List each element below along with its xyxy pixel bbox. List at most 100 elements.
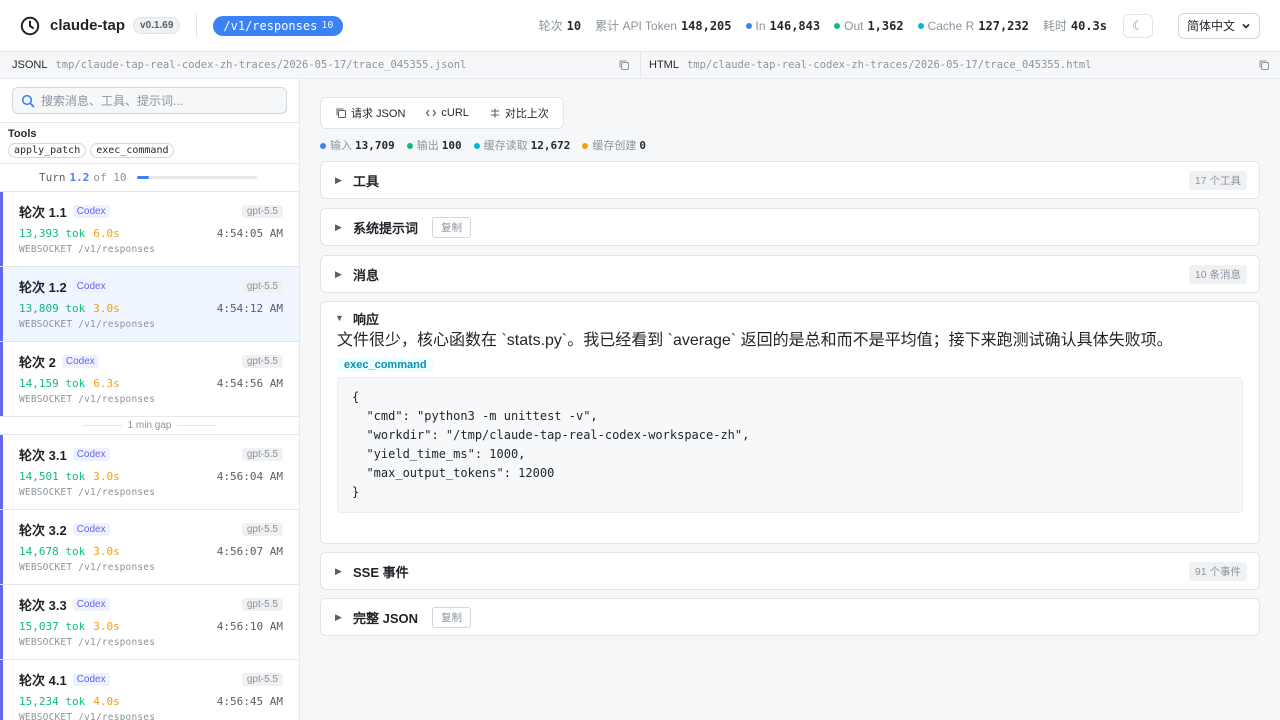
turn-transport: WEBSOCKET /v1/responses [19, 637, 156, 648]
turn-duration: 3.0s [93, 470, 120, 483]
copy-request-json-button[interactable]: 请求 JSON [327, 101, 413, 125]
detail-toolbar: 请求 JSON cURL 对比上次 [320, 97, 564, 129]
turn-timestamp: 4:56:04 AM [216, 470, 283, 483]
copy-system-prompt-button[interactable]: 复制 [432, 216, 472, 238]
turn-list: 轮次 1.1 Codex gpt-5.5 13,393 tok 6.0s 4:54:05… [0, 192, 299, 720]
turn-duration: 6.0s [93, 227, 120, 240]
html-path-value: tmp/claude-tap-real-codex-zh-traces/2026… [686, 59, 1092, 71]
turn-timestamp: 4:54:05 AM [216, 227, 283, 240]
stat-cache-read: Cache R 127,232 [917, 19, 1029, 33]
stat-out: Out 1,362 [834, 19, 904, 33]
jsonl-label: JSONL [12, 59, 48, 71]
turn-title: 轮次 3.3 [19, 598, 67, 613]
caret-right-icon: ▶ [335, 268, 342, 279]
response-panel: ▼ 响应 文件很少，核心函数在 `stats.py`。我已经看到 `averag… [320, 301, 1260, 544]
copy-icon [336, 108, 346, 118]
copy-curl-button[interactable]: cURL [417, 103, 477, 123]
moon-icon: ☾ [1132, 17, 1144, 33]
stat-elapsed: 耗时 40.3s [1042, 19, 1107, 33]
caret-right-icon: ▶ [335, 221, 342, 232]
turn-transport: WEBSOCKET /v1/responses [19, 394, 156, 405]
output-dot-icon [406, 143, 413, 150]
diff-previous-button[interactable]: 对比上次 [481, 101, 557, 125]
turn-tokens: 14,159 tok [19, 377, 86, 390]
turn-item-selected[interactable]: 轮次 1.2 Codex gpt-5.5 13,809 tok 3.0s 4:54:12… [0, 267, 299, 342]
copy-jsonl-path-icon[interactable] [618, 59, 630, 71]
search-box [12, 87, 287, 114]
full-json-header[interactable]: ▶ 完整 JSON 复制 [321, 599, 1259, 635]
turn-item[interactable]: 轮次 2 Codex gpt-5.5 14,159 tok 6.3s 4:54:56 A… [0, 342, 299, 417]
sse-events-panel: ▶ SSE 事件 91 个事件 [320, 552, 1260, 590]
turn-transport: WEBSOCKET /v1/responses [19, 487, 156, 498]
agent-badge: Codex [72, 523, 110, 536]
turn-item[interactable]: 轮次 3.1 Codex gpt-5.5 14,501 tok 3.0s 4:56:04… [0, 435, 299, 510]
tools-title: Tools [8, 128, 37, 140]
turn-timestamp: 4:56:07 AM [216, 545, 283, 558]
caret-down-icon: ▼ [335, 313, 344, 323]
turn-label: Turn [39, 171, 66, 184]
turn-duration: 4.0s [93, 695, 120, 708]
turn-timestamp: 4:54:56 AM [216, 377, 283, 390]
tool-chip-exec-command[interactable]: exec_command [90, 143, 175, 158]
messages-panel: ▶ 消息 10 条消息 [320, 255, 1260, 293]
caret-right-icon: ▶ [335, 174, 342, 185]
cache-dot-icon [917, 23, 924, 30]
search-wrap [0, 79, 299, 122]
search-input[interactable] [41, 93, 271, 108]
usage-cache-read: 缓存读取 12,672 [473, 137, 570, 153]
turn-item[interactable]: 轮次 1.1 Codex gpt-5.5 13,393 tok 6.0s 4:54:05… [0, 192, 299, 267]
copy-full-json-button[interactable]: 复制 [432, 606, 472, 628]
response-text: 文件很少，核心函数在 `stats.py`。我已经看到 `average` 返回… [337, 332, 1173, 349]
turn-timestamp: 4:56:45 AM [216, 695, 283, 708]
turn-title: 轮次 1.2 [19, 280, 67, 295]
tools-section: Tools apply_patch exec_command [0, 122, 299, 164]
caret-right-icon: ▶ [335, 565, 342, 576]
model-badge: gpt-5.5 [241, 355, 283, 368]
endpoint-filter-button[interactable]: /v1/responses 10 [213, 15, 344, 36]
clock-logo-icon [20, 16, 40, 35]
turn-tokens: 15,037 tok [19, 620, 86, 633]
agent-badge: Codex [72, 673, 110, 686]
agent-badge: Codex [72, 448, 110, 461]
sse-events-header[interactable]: ▶ SSE 事件 91 个事件 [321, 553, 1259, 589]
turn-item[interactable]: 轮次 3.2 Codex gpt-5.5 14,678 tok 3.0s 4:56:07… [0, 510, 299, 585]
turn-duration: 6.3s [93, 377, 120, 390]
turn-item[interactable]: 轮次 4.1 Codex gpt-5.5 15,234 tok 4.0s 4:56:45… [0, 660, 299, 720]
endpoint-count: 10 [321, 20, 334, 31]
header-divider [196, 13, 198, 38]
turn-tokens: 14,678 tok [19, 545, 86, 558]
turn-current: 1.2 [69, 171, 90, 184]
turn-title: 轮次 2 [19, 355, 56, 370]
copy-html-path-icon[interactable] [1258, 59, 1270, 71]
model-badge: gpt-5.5 [241, 523, 283, 536]
stat-turns: 轮次 10 [538, 19, 582, 33]
system-prompt-panel: ▶ 系统提示词 复制 [320, 208, 1260, 246]
turn-title: 轮次 4.1 [19, 673, 67, 688]
cache-create-dot-icon [582, 143, 589, 150]
turn-item[interactable]: 轮次 3.3 Codex gpt-5.5 15,037 tok 3.0s 4:56:10… [0, 585, 299, 660]
chevron-down-icon [1242, 23, 1250, 29]
html-path: HTML tmp/claude-tap-real-codex-zh-traces… [640, 52, 1280, 78]
turn-progress-fill [136, 176, 149, 179]
turn-detail: 请求 JSON cURL 对比上次 输入 13,709 输出 100 缓存读取 12,… [300, 79, 1280, 720]
tools-count: 17 个工具 [1188, 170, 1247, 190]
model-badge: gpt-5.5 [241, 673, 283, 686]
system-prompt-header[interactable]: ▶ 系统提示词 复制 [321, 209, 1259, 245]
turn-progress-bar[interactable] [136, 176, 257, 179]
top-header: claude-tap v0.1.69 /v1/responses 10 轮次 10… [0, 0, 1280, 52]
cache-read-dot-icon [473, 143, 480, 150]
usage-cache-create: 缓存创建 0 [582, 137, 646, 153]
tool-chip-apply-patch[interactable]: apply_patch [8, 143, 87, 158]
turn-navigator: Turn 1.2 of 10 [0, 164, 299, 192]
diff-icon [490, 108, 499, 118]
turn-duration: 3.0s [93, 620, 120, 633]
theme-toggle-button[interactable]: ☾ [1122, 13, 1153, 38]
tool-call-name: exec_command [337, 358, 434, 372]
search-icon [21, 94, 35, 107]
language-select[interactable]: 简体中文 [1177, 12, 1260, 39]
messages-panel-header[interactable]: ▶ 消息 10 条消息 [321, 256, 1259, 292]
tools-panel-header[interactable]: ▶ 工具 17 个工具 [321, 162, 1259, 198]
jsonl-path: JSONL tmp/claude-tap-real-codex-zh-trace… [0, 52, 640, 78]
turn-title: 轮次 3.2 [19, 523, 67, 538]
version-badge: v0.1.69 [133, 17, 181, 34]
